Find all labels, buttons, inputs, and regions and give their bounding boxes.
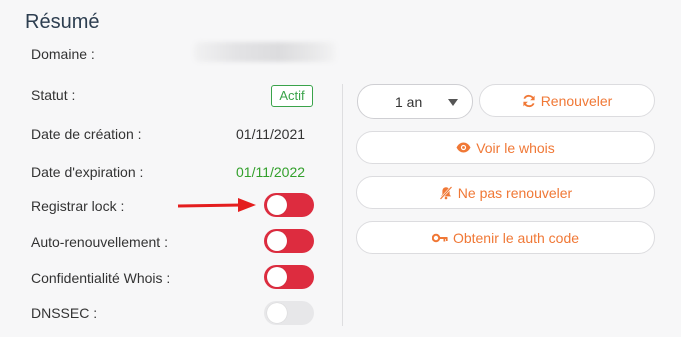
toggle-knob (267, 267, 287, 287)
auto-renew-label: Auto-renouvellement : (31, 234, 168, 250)
whois-privacy-label: Confidentialité Whois : (31, 270, 171, 286)
registrar-lock-label: Registrar lock : (31, 198, 125, 214)
vertical-divider (342, 84, 343, 326)
renew-button-label: Renouveler (540, 92, 613, 109)
no-renew-button[interactable]: Ne pas renouveler (356, 176, 655, 209)
auth-code-button[interactable]: Obtenir le auth code (356, 221, 655, 254)
status-badge: Actif (271, 85, 313, 107)
creation-date-label: Date de création : (31, 126, 142, 142)
toggle-knob (267, 195, 287, 215)
duration-select[interactable]: 1 an (357, 84, 473, 119)
whois-button-label: Voir le whois (476, 139, 555, 156)
no-renew-button-label: Ne pas renouveler (457, 184, 573, 201)
registrar-lock-toggle[interactable] (264, 193, 314, 217)
expiration-date-label: Date d'expiration : (31, 164, 144, 180)
domain-label: Domaine : (31, 46, 95, 62)
toggle-knob (267, 231, 287, 251)
auth-code-button-label: Obtenir le auth code (452, 229, 580, 246)
summary-title: Résumé (25, 11, 100, 33)
duration-select-value: 1 an (395, 94, 423, 110)
chevron-down-icon (448, 99, 458, 106)
dnssec-toggle[interactable] (264, 301, 314, 325)
bell-slash-icon (439, 185, 453, 200)
red-arrow-annotation (177, 198, 256, 212)
auto-renew-toggle[interactable] (264, 229, 314, 253)
expiration-date-value: 01/11/2022 (236, 164, 306, 180)
dnssec-label: DNSSEC : (31, 305, 98, 321)
refresh-icon (523, 94, 535, 107)
creation-date-value: 01/11/2021 (236, 126, 306, 142)
status-label: Statut : (31, 87, 76, 103)
key-icon (431, 233, 448, 242)
renew-button[interactable]: Renouveler (479, 84, 655, 117)
domain-value-blurred (194, 42, 336, 62)
whois-privacy-toggle[interactable] (264, 265, 314, 289)
whois-button[interactable]: Voir le whois (356, 131, 655, 164)
toggle-knob (267, 303, 287, 323)
eye-icon (456, 142, 471, 153)
